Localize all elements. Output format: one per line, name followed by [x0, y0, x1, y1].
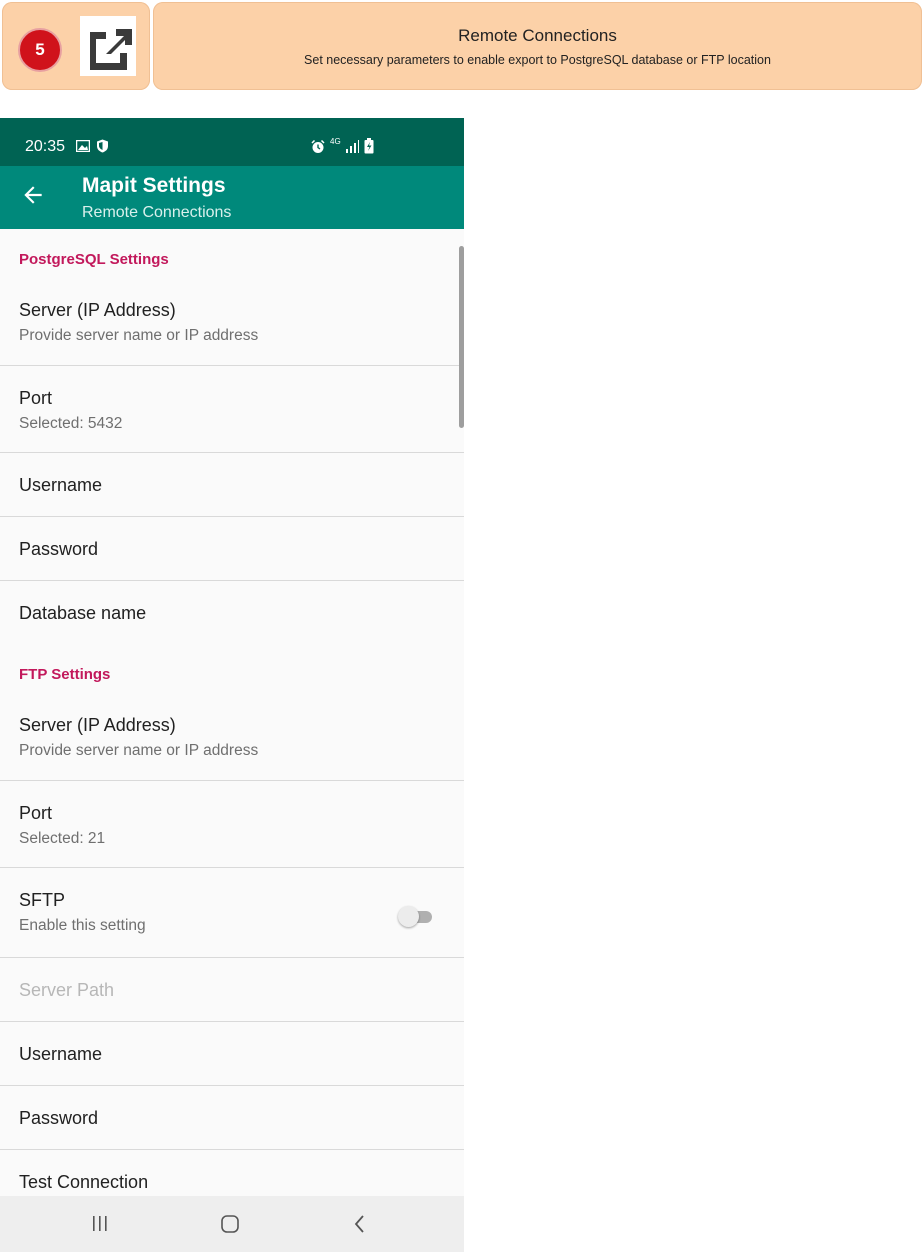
back-icon[interactable]	[352, 1214, 368, 1234]
section-header-postgresql: PostgreSQL Settings	[19, 251, 169, 268]
banner-title: Remote Connections	[458, 26, 617, 45]
pref-title: Username	[19, 475, 103, 495]
pref-summary: Selected: 5432	[19, 415, 123, 432]
toggle-thumb	[398, 906, 419, 927]
recent-apps-icon[interactable]	[91, 1215, 109, 1233]
pref-postgres-server[interactable]: Server (IP Address) Provide server name …	[0, 284, 464, 365]
app-subtitle: Remote Connections	[82, 204, 232, 221]
pref-ftp-sftp[interactable]: SFTP Enable this setting	[0, 868, 464, 957]
app-title: Mapit Settings	[82, 174, 226, 197]
pref-title: Server Path	[19, 980, 115, 1000]
step-number-badge: 5	[18, 28, 62, 72]
pref-summary: Provide server name or IP address	[19, 742, 259, 759]
pref-ftp-port[interactable]: Port Selected: 21	[0, 781, 464, 867]
pref-title: Port	[19, 388, 53, 408]
pref-postgres-username[interactable]: Username	[0, 453, 464, 516]
external-link-icon	[80, 16, 136, 76]
image-icon	[76, 140, 90, 152]
status-bar: 20:35 4G	[0, 118, 464, 166]
pref-title: Password	[19, 1108, 99, 1128]
pref-ftp-server[interactable]: Server (IP Address) Provide server name …	[0, 699, 464, 780]
pref-title: Server (IP Address)	[19, 300, 176, 320]
pref-postgres-password[interactable]: Password	[0, 517, 464, 580]
pref-title: Database name	[19, 603, 147, 623]
network-4g-label: 4G	[330, 137, 341, 146]
pref-summary: Selected: 21	[19, 830, 106, 847]
pref-title: Username	[19, 1044, 103, 1064]
alarm-icon	[311, 140, 325, 153]
phone-screen: 20:35 4G Mapit Settings Remote Connectio…	[0, 118, 464, 1252]
back-arrow-icon[interactable]	[20, 182, 46, 208]
sftp-toggle-switch[interactable]	[398, 906, 432, 927]
scrollbar[interactable]	[459, 246, 464, 428]
shield-icon	[97, 139, 108, 153]
banner-info: Remote Connections Set necessary paramet…	[153, 2, 922, 90]
pref-ftp-password[interactable]: Password	[0, 1086, 464, 1149]
pref-title: Test Connection	[19, 1172, 149, 1192]
pref-ftp-username[interactable]: Username	[0, 1022, 464, 1085]
settings-list: PostgreSQL Settings Server (IP Address) …	[0, 229, 464, 1213]
pref-title: Password	[19, 539, 99, 559]
step-banner: 5	[2, 2, 150, 90]
pref-ftp-server-path: Server Path	[0, 958, 464, 1021]
section-header-ftp: FTP Settings	[19, 666, 111, 683]
banner-subtitle: Set necessary parameters to enable expor…	[304, 53, 771, 67]
pref-title: Port	[19, 803, 53, 823]
navigation-bar	[0, 1196, 464, 1252]
signal-icon	[346, 140, 359, 153]
pref-title: Server (IP Address)	[19, 715, 176, 735]
pref-summary: Provide server name or IP address	[19, 327, 259, 344]
home-icon[interactable]	[220, 1214, 240, 1234]
status-time: 20:35	[25, 138, 66, 155]
app-bar: Mapit Settings Remote Connections	[0, 166, 464, 229]
pref-postgres-port[interactable]: Port Selected: 5432	[0, 366, 464, 452]
pref-postgres-database[interactable]: Database name	[0, 581, 464, 644]
battery-charging-icon	[364, 138, 374, 154]
